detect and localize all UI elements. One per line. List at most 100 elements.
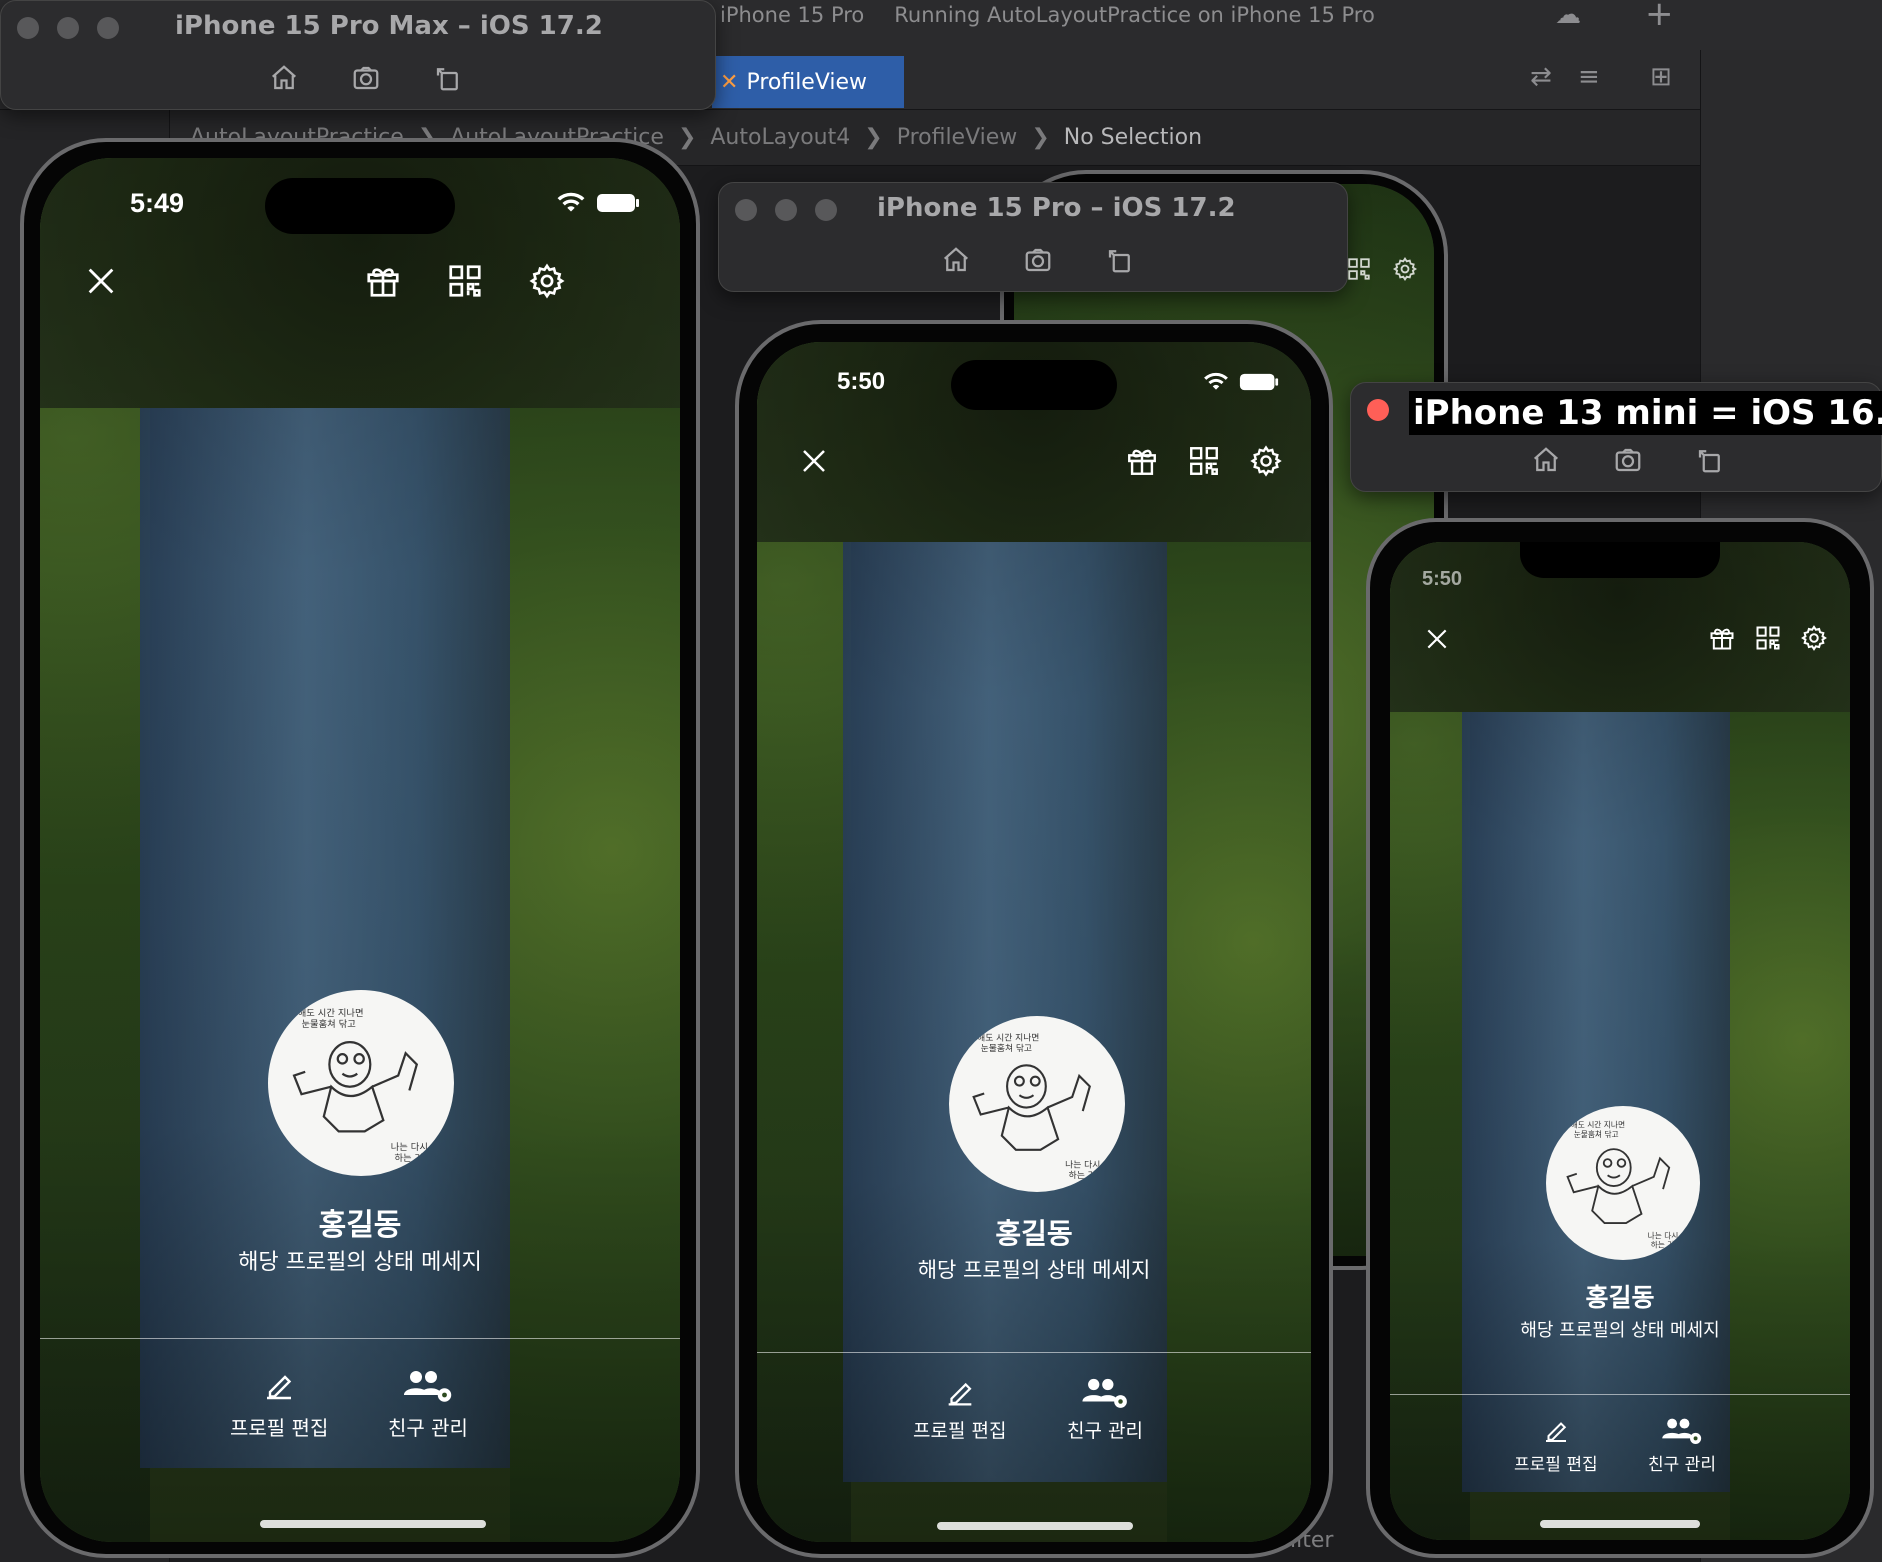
cloud-icon[interactable]: ☁ [1555, 0, 1581, 30]
zoom-window-button[interactable] [97, 17, 119, 39]
home-indicator[interactable] [1540, 1520, 1700, 1528]
avatar-caption: 해도 시간 지나면 [1571, 1120, 1625, 1130]
edit-profile-button[interactable]: 프로필 편집 [1514, 1416, 1598, 1475]
friends-settings-icon [403, 1371, 452, 1402]
run-destination[interactable]: iPhone 15 Pro [720, 3, 864, 27]
avatar-caption: 눈물훔쳐 닦고 [301, 1018, 356, 1030]
profile-status-message: 해당 프로필의 상태 메세지 [917, 1258, 1151, 1282]
simulator-title: iPhone 15 Pro – iOS 17.2 [877, 193, 1236, 223]
breadcrumb-item[interactable]: No Selection [1064, 125, 1202, 150]
avatar[interactable]: 해도 시간 지나면 눈물훔쳐 닦고 나는 다시 어 하는 거야 [1546, 1106, 1700, 1260]
simulator-titlebar-pro: iPhone 15 Pro – iOS 17.2 [718, 182, 1348, 292]
friends-manage-label: 친구 관리 [388, 1416, 468, 1440]
home-indicator[interactable] [937, 1522, 1133, 1530]
gear-icon[interactable] [1800, 624, 1828, 652]
breadcrumb-item[interactable]: AutoLayout4 [710, 125, 850, 150]
avatar-caption: 해도 시간 지나면 [977, 1033, 1039, 1044]
close-window-button[interactable] [17, 17, 39, 39]
simulator-title: iPhone 13 mini = iOS 16.4 [1409, 391, 1882, 435]
avatar[interactable]: 해도 시간 지나면 눈물훔쳐 닦고 나는 다시 어 하는 거야 [949, 1016, 1125, 1192]
profile-name: 홍길동 [318, 1208, 402, 1243]
gear-icon[interactable] [1249, 444, 1283, 478]
avatar-caption: 해도 시간 지나면 [298, 1007, 364, 1019]
lines-icon[interactable]: ≡ [1578, 62, 1600, 92]
profile-screen: 5:50 해도 시간 지나면 눈물훔쳐 닦고 나는 다시 어 하는 거야 홍길동 해당… [1390, 542, 1850, 1540]
phone-iphone15pro: 5:50 해도 시간 지나면 눈물훔쳐 닦고 나는 다시 어 하는 거야 홍길동 해당… [735, 320, 1333, 1558]
gear-icon[interactable] [528, 262, 566, 300]
profile-screen: 5:49 해도 시간 지나면 눈물훔쳐 닦고 나는 다시 어 하는 거야 홍길동 해당… [40, 158, 680, 1542]
pencil-icon [267, 1375, 292, 1400]
friends-manage-button[interactable]: 친구 관리 [1648, 1416, 1716, 1475]
status-icons [1203, 372, 1279, 396]
status-icons [556, 192, 640, 218]
zoom-window-button[interactable] [815, 199, 837, 221]
pencil-icon [948, 1382, 972, 1406]
edit-profile-label: 프로필 편집 [1514, 1455, 1598, 1475]
tab-profileview[interactable]: ✕ ProfileView [712, 56, 904, 108]
camera-icon[interactable] [351, 63, 381, 97]
edit-profile-button[interactable]: 프로필 편집 [913, 1376, 1006, 1443]
profile-name: 홍길동 [1585, 1283, 1655, 1312]
divider [40, 1338, 680, 1339]
friends-settings-icon [1082, 1378, 1127, 1408]
friends-manage-label: 친구 관리 [1067, 1420, 1143, 1442]
home-icon[interactable] [941, 245, 971, 279]
friends-settings-icon [1662, 1418, 1702, 1444]
swap-icon[interactable]: ⇄ [1530, 62, 1552, 92]
close-icon[interactable] [84, 264, 118, 298]
close-window-button[interactable] [1367, 399, 1389, 421]
simulator-titlebar-mini: iPhone 13 mini = iOS 16.4 [1350, 382, 1882, 492]
gift-icon[interactable] [364, 262, 402, 300]
qr-code-icon[interactable] [446, 262, 484, 300]
qr-code-icon[interactable] [1187, 444, 1221, 478]
divider [1390, 1394, 1850, 1395]
rotate-icon[interactable] [1695, 445, 1725, 479]
phone-iphone13mini: 5:50 해도 시간 지나면 눈물훔쳐 닦고 나는 다시 어 하는 거야 홍길동 해당… [1366, 518, 1874, 1558]
profile-status-message: 해당 프로필의 상태 메세지 [238, 1250, 482, 1275]
minimize-window-button[interactable] [57, 17, 79, 39]
rotate-icon[interactable] [433, 63, 463, 97]
edit-profile-button[interactable]: 프로필 편집 [230, 1368, 328, 1441]
gift-icon[interactable] [1125, 444, 1159, 478]
status-time: 5:49 [130, 188, 185, 218]
friends-manage-button[interactable]: 친구 관리 [388, 1368, 468, 1441]
run-status-text: Running AutoLayoutPractice on iPhone 15 … [894, 3, 1375, 27]
qr-code-icon[interactable] [1754, 624, 1782, 652]
home-icon[interactable] [269, 63, 299, 97]
profile-status-message: 해당 프로필의 상태 메세지 [1520, 1320, 1720, 1341]
avatar[interactable]: 해도 시간 지나면 눈물훔쳐 닦고 나는 다시 어 하는 거야 [268, 990, 454, 1176]
simulator-titlebar-max: iPhone 15 Pro Max – iOS 17.2 [0, 0, 716, 110]
battery-icon [1239, 372, 1279, 396]
add-editor-icon[interactable]: ⊞ [1650, 62, 1672, 92]
close-window-button[interactable] [735, 199, 757, 221]
profile-screen: 5:50 해도 시간 지나면 눈물훔쳐 닦고 나는 다시 어 하는 거야 홍길동 해당… [757, 342, 1311, 1542]
home-indicator[interactable] [260, 1520, 486, 1528]
rotate-icon[interactable] [1105, 245, 1135, 279]
divider [757, 1352, 1311, 1353]
qr-code-icon [1346, 256, 1372, 282]
tab-label: ProfileView [746, 69, 868, 95]
wifi-icon [556, 192, 586, 218]
xcode-run-status: iPhone 15 Pro Running AutoLayoutPractice… [720, 0, 1540, 30]
pencil-icon [1545, 1422, 1566, 1442]
battery-icon [596, 192, 640, 218]
edit-profile-label: 프로필 편집 [230, 1416, 329, 1440]
profile-name: 홍길동 [995, 1217, 1073, 1250]
gift-icon[interactable] [1708, 624, 1736, 652]
avatar-caption: 눈물훔쳐 닦고 [981, 1042, 1032, 1054]
status-time: 5:50 [1422, 568, 1463, 590]
status-time: 5:50 [837, 368, 886, 395]
friends-manage-button[interactable]: 친구 관리 [1067, 1376, 1143, 1443]
swift-icon: ✕ [720, 69, 739, 95]
home-icon[interactable] [1531, 445, 1561, 479]
gear-icon [1392, 256, 1418, 282]
friends-manage-label: 친구 관리 [1648, 1455, 1716, 1475]
close-icon[interactable] [1424, 626, 1450, 652]
close-icon[interactable] [799, 446, 829, 476]
breadcrumb-item[interactable]: ProfileView [897, 125, 1018, 150]
camera-icon[interactable] [1023, 245, 1053, 279]
camera-icon[interactable] [1613, 445, 1643, 479]
phone-iphone15promax: 5:49 해도 시간 지나면 눈물훔쳐 닦고 나는 다시 어 하는 거야 홍길동 해당… [20, 138, 700, 1558]
minimize-window-button[interactable] [775, 199, 797, 221]
add-icon[interactable]: + [1645, 0, 1674, 34]
